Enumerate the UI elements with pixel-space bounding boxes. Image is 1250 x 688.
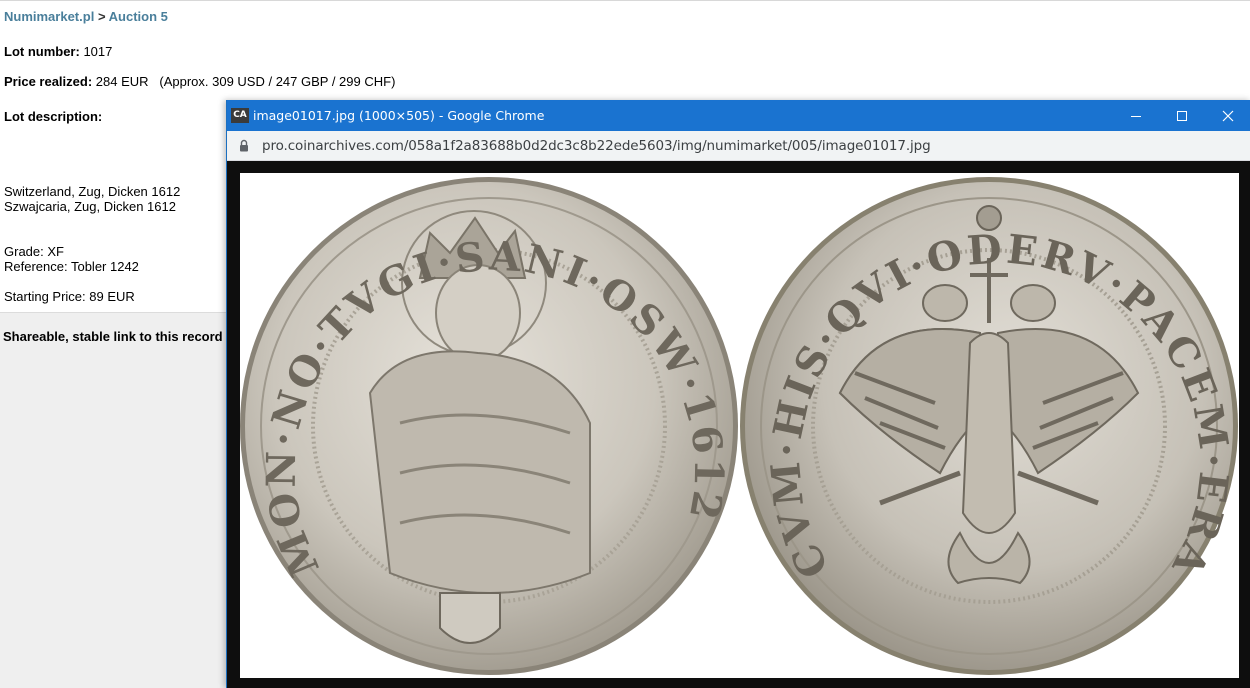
url-text[interactable]: pro.coinarchives.com/058a1f2a83688b0d2dc… [262, 138, 931, 154]
lot-description-label-row: Lot description: [4, 109, 102, 124]
maximize-icon [1177, 110, 1187, 121]
address-bar[interactable]: pro.coinarchives.com/058a1f2a83688b0d2dc… [227, 131, 1250, 161]
page-top-border [0, 0, 1250, 1]
lot-number-row: Lot number: 1017 [4, 44, 112, 59]
lot-number-label: Lot number: [4, 44, 80, 59]
price-realized-label: Price realized: [4, 74, 93, 89]
breadcrumb-auction-link[interactable]: Auction 5 [109, 9, 168, 24]
description-line-pl: Szwajcaria, Zug, Dicken 1612 [4, 199, 176, 214]
description-reference: Reference: Tobler 1242 [4, 259, 139, 274]
description-grade: Grade: XF [4, 244, 64, 259]
breadcrumb-site-link[interactable]: Numimarket.pl [4, 9, 94, 24]
coinarchives-app-icon: CA [231, 108, 249, 123]
description-line-en: Switzerland, Zug, Dicken 1612 [4, 184, 181, 199]
minimize-button[interactable] [1113, 100, 1159, 131]
minimize-icon [1131, 115, 1141, 117]
price-approx: (Approx. 309 USD / 247 GBP / 299 CHF) [159, 74, 396, 89]
close-icon [1222, 110, 1234, 121]
breadcrumb: Numimarket.pl > Auction 5 [4, 9, 168, 24]
window-title: image01017.jpg (1000×505) - Google Chrom… [253, 108, 545, 123]
lot-number-value: 1017 [83, 44, 113, 59]
description-starting-price: Starting Price: 89 EUR [4, 289, 135, 304]
coin-image: MON·NO·TVGI·SANI·OSW·1612 CVM·HIS·QVI·OD… [240, 173, 1239, 678]
window-titlebar[interactable]: CA image01017.jpg (1000×505) - Google Ch… [227, 100, 1250, 131]
lock-icon [240, 139, 248, 152]
shareable-link-label[interactable]: Shareable, stable link to this record [3, 329, 223, 344]
close-button[interactable] [1205, 100, 1250, 131]
coin-obverse: MON·NO·TVGI·SANI·OSW·1612 [240, 177, 738, 675]
maximize-button[interactable] [1159, 100, 1205, 131]
breadcrumb-separator: > [97, 9, 106, 24]
image-popup-window[interactable]: CA image01017.jpg (1000×505) - Google Ch… [226, 100, 1250, 688]
price-realized-value: 284 EUR [95, 74, 149, 89]
lot-description-label: Lot description: [4, 109, 103, 124]
price-realized-row: Price realized: 284 EUR (Approx. 309 USD… [4, 74, 395, 89]
coin-image-drawing: MON·NO·TVGI·SANI·OSW·1612 CVM·HIS·QVI·OD… [240, 173, 1238, 675]
